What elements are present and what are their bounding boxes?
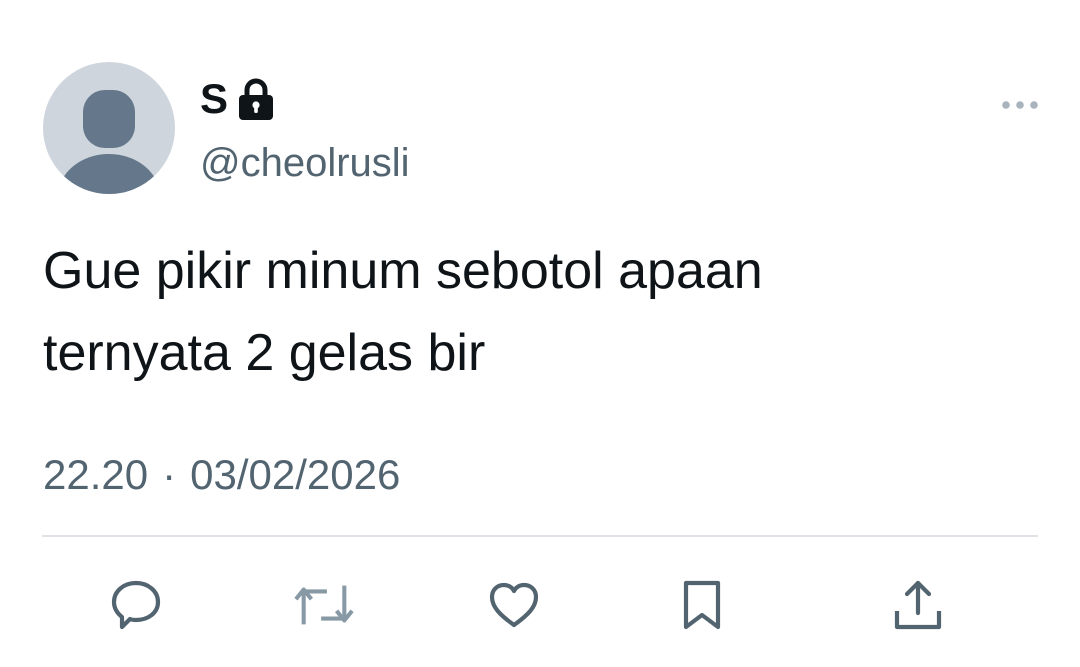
divider	[42, 535, 1038, 537]
tweet-text: Gue pikir minum sebotol apaan ternyata 2…	[43, 242, 763, 382]
tweet-date: 03/02/2026	[190, 451, 401, 498]
avatar[interactable]	[43, 62, 175, 194]
retweet-button[interactable]	[294, 575, 354, 635]
timestamp-separator: ·	[162, 451, 177, 498]
tweet-time: 22.20	[43, 451, 149, 498]
display-name[interactable]: S	[200, 74, 228, 124]
share-icon	[894, 580, 942, 630]
share-button[interactable]	[888, 575, 948, 635]
reply-button[interactable]	[106, 575, 166, 635]
reply-icon	[111, 580, 161, 630]
bookmark-icon	[683, 580, 721, 630]
lock-icon	[238, 77, 274, 121]
like-button[interactable]	[484, 575, 544, 635]
retweet-icon	[294, 585, 354, 625]
heart-icon	[489, 582, 539, 628]
user-handle[interactable]: @cheolrusli	[200, 138, 410, 188]
more-horizontal-icon[interactable]	[996, 90, 1044, 120]
user-name-row: S	[200, 74, 274, 124]
tweet-timestamp[interactable]: 22.20 · 03/02/2026	[43, 448, 400, 502]
default-profile-icon	[57, 90, 161, 194]
bookmark-button[interactable]	[672, 575, 732, 635]
